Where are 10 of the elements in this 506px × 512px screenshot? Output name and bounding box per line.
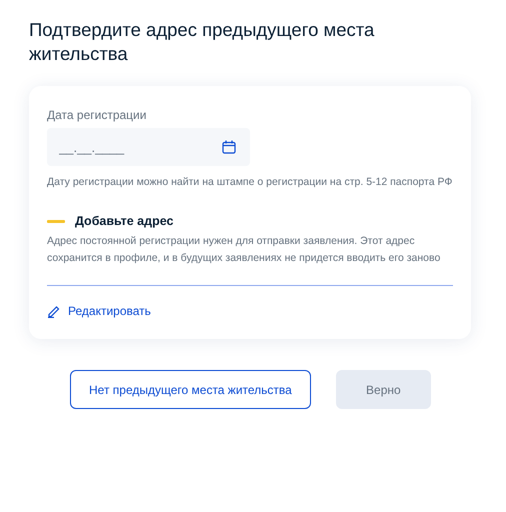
address-heading: Добавьте адрес <box>75 214 174 228</box>
date-field[interactable]: __.__.____ <box>47 128 250 166</box>
pencil-icon <box>47 304 61 318</box>
address-description: Адрес постоянной регистрации нужен для отправки заявления. Этот адрес сохранится в профиле, и в будущих заявлениях не придется вводить его заново <box>47 234 442 266</box>
edit-link[interactable]: Редактировать <box>47 304 151 318</box>
field-hint: Дату регистрации можно найти на штампе о регистрации на стр. 5-12 паспорта РФ <box>47 176 452 188</box>
field-label: Дата регистрации <box>47 108 146 122</box>
calendar-icon <box>222 140 236 154</box>
secondary-button[interactable]: Нет предыдущего места жительства <box>70 370 311 409</box>
page-title: Подтвердите адрес предыдущего места жительства <box>29 18 376 66</box>
